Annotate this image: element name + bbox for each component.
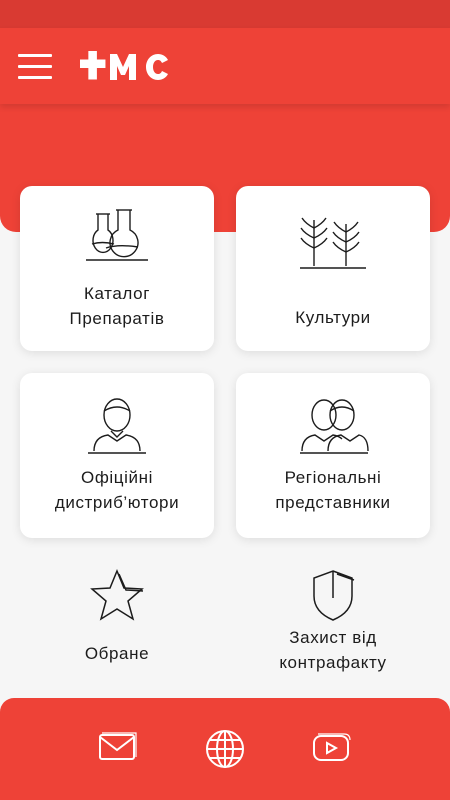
status-bar [0, 0, 450, 28]
distributors-tile[interactable]: Офіційні дистриб’ютори [20, 373, 214, 538]
bottom-bar [0, 698, 450, 800]
people-icon [300, 399, 369, 454]
favorites-label: Обране [84, 644, 150, 663]
distributors-label: Офіційні дистриб’ютори [54, 468, 180, 512]
crops-icon [300, 217, 366, 269]
anticounterfeit-label: Захист від контрафакту [279, 628, 387, 672]
crops-tile[interactable]: Культури [236, 186, 430, 351]
youtube-icon[interactable] [312, 733, 352, 763]
flasks-icon [86, 209, 148, 261]
shield-icon [313, 570, 355, 621]
star-icon [90, 569, 144, 621]
globe-icon[interactable] [204, 728, 246, 770]
catalog-label: Каталог Препаратів [69, 284, 165, 328]
representatives-label: Регіональні представники [275, 468, 391, 512]
hamburger-menu-icon[interactable] [18, 52, 52, 80]
person-icon [88, 398, 146, 454]
crops-label: Культури [295, 308, 371, 327]
catalog-tile[interactable]: Каталог Препаратів [20, 186, 214, 351]
favorites-tile[interactable]: Обране [20, 560, 214, 680]
fmc-logo [80, 50, 168, 80]
anticounterfeit-tile[interactable]: Захист від контрафакту [236, 560, 430, 680]
representatives-tile[interactable]: Регіональні представники [236, 373, 430, 538]
mail-icon[interactable] [98, 731, 138, 763]
app-header [0, 28, 450, 104]
